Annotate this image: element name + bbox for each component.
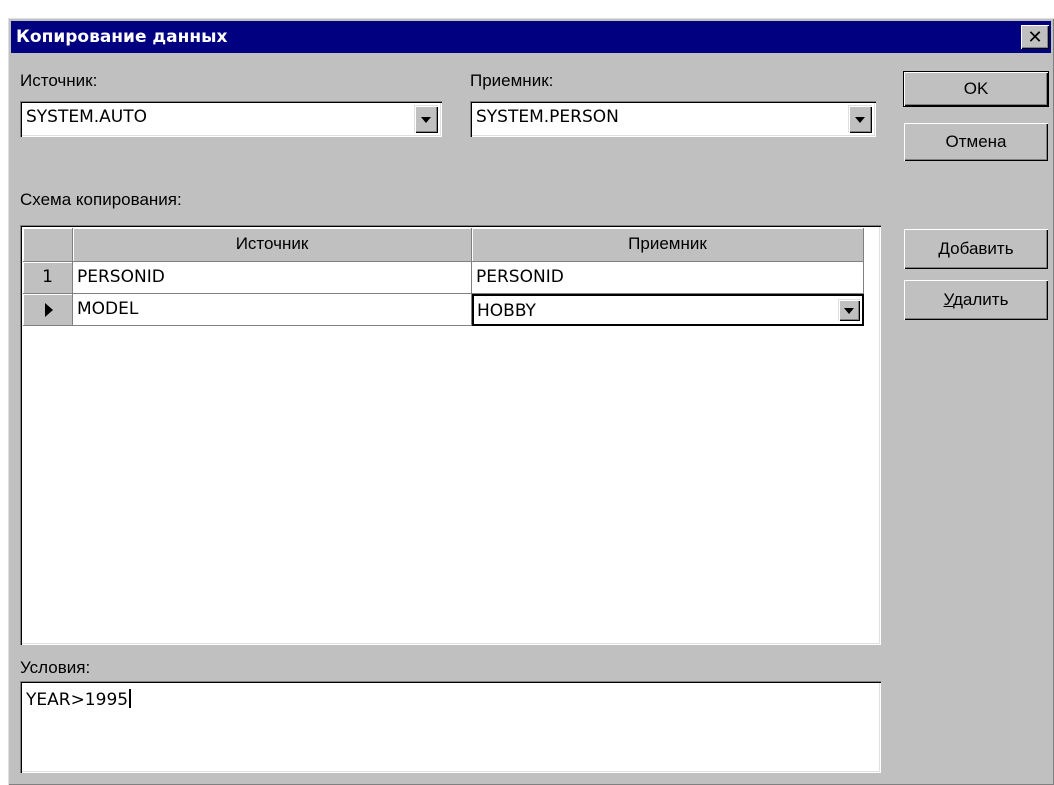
mapping-label: Схема копирования:	[20, 190, 182, 209]
source-label: Источник:	[20, 71, 98, 90]
source-dropdown-button[interactable]	[414, 105, 438, 133]
delete-hotkey: У	[943, 290, 954, 309]
target-combo[interactable]: SYSTEM.PERSON	[470, 101, 876, 137]
conditions-text: YEAR>1995	[26, 689, 132, 710]
cancel-button-label: Отмена	[945, 132, 1007, 151]
title-bar[interactable]: Копирование данных ✕	[11, 21, 1051, 53]
conditions-value: YEAR>1995	[26, 690, 129, 710]
dropdown-arrow-icon	[855, 117, 865, 123]
dropdown-arrow-icon	[421, 117, 431, 123]
window-title: Копирование данных	[16, 27, 228, 47]
grid-cell-source[interactable]: MODEL	[73, 294, 472, 326]
conditions-label: Условия:	[20, 658, 91, 677]
target-dropdown-button[interactable]	[848, 105, 872, 133]
row-indicator[interactable]: 1	[23, 262, 73, 294]
add-hotkey: Д	[938, 239, 951, 258]
mapping-grid[interactable]: Источник Приемник 1 PERSONID PERSONID MO…	[20, 225, 881, 645]
close-icon: ✕	[1027, 26, 1043, 48]
delete-button-label: Удалить	[944, 290, 1009, 310]
grid-cell-target[interactable]: PERSONID	[472, 262, 864, 294]
text-caret	[129, 689, 132, 708]
grid-cell-target-editor[interactable]: HOBBY	[472, 294, 864, 326]
copy-data-dialog: Копирование данных ✕ Источник: SYSTEM.AU…	[8, 18, 1054, 785]
add-label-rest: обавить	[950, 239, 1014, 258]
row-pointer-icon	[44, 302, 53, 317]
target-editor-value: HOBBY	[477, 301, 536, 321]
grid-corner	[23, 228, 73, 262]
target-editor-dropdown-button[interactable]	[838, 299, 860, 321]
add-button-label: Добавить	[938, 239, 1013, 259]
source-combo[interactable]: SYSTEM.AUTO	[20, 101, 442, 137]
ok-button[interactable]: OK	[903, 71, 1049, 107]
target-combo-value: SYSTEM.PERSON	[476, 107, 619, 127]
add-button[interactable]: Добавить	[904, 229, 1048, 269]
close-button[interactable]: ✕	[1021, 25, 1049, 49]
delete-label-rest: далить	[953, 290, 1009, 309]
source-combo-value: SYSTEM.AUTO	[26, 107, 148, 127]
grid-cell-source[interactable]: PERSONID	[73, 262, 472, 294]
column-header-target[interactable]: Приемник	[472, 228, 864, 262]
target-label: Приемник:	[470, 71, 554, 90]
column-header-source[interactable]: Источник	[73, 228, 472, 262]
row-indicator-current[interactable]	[23, 294, 73, 326]
ok-button-label: OK	[963, 79, 989, 98]
delete-button[interactable]: Удалить	[904, 280, 1048, 320]
dropdown-arrow-icon	[844, 308, 854, 314]
cancel-button[interactable]: Отмена	[904, 123, 1048, 161]
conditions-textarea[interactable]: YEAR>1995	[20, 681, 881, 773]
